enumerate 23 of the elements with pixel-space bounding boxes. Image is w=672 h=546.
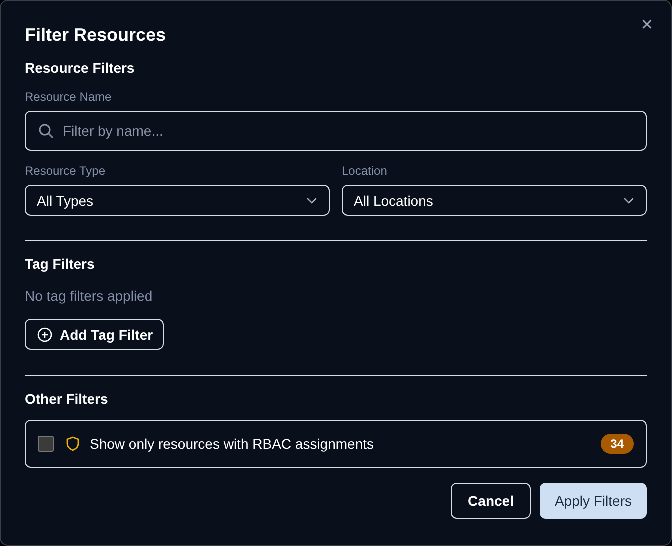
chevron-down-icon xyxy=(307,198,317,204)
shield-icon xyxy=(66,436,80,452)
section-heading: Other Filters xyxy=(25,390,110,408)
dropdown[interactable]: All Locations xyxy=(342,185,647,216)
search-field[interactable]: Filter by name... xyxy=(25,111,647,151)
chevron-down-icon xyxy=(624,198,634,204)
count-badge: 34 xyxy=(600,434,634,454)
dropdown[interactable]: All Types xyxy=(25,185,330,216)
add-tag-filter-button[interactable]: Add Tag Filter xyxy=(25,319,164,350)
field-label: Resource Type xyxy=(25,163,106,179)
field-label: Location xyxy=(342,163,388,179)
search-icon xyxy=(38,123,54,139)
checkbox-label: Show only resources with RBAC assignments xyxy=(90,436,376,452)
section-heading: Tag Filters xyxy=(25,255,96,273)
section-heading: Resource Filters xyxy=(25,59,136,77)
field-label: Resource Name xyxy=(25,89,112,105)
close-button[interactable]: × xyxy=(641,17,653,33)
plus-circle-icon xyxy=(37,326,53,342)
apply-button[interactable]: Apply Filters xyxy=(540,483,647,519)
checkbox[interactable] xyxy=(38,436,54,452)
cancel-button[interactable]: Cancel xyxy=(451,483,531,519)
dialog-title: Filter Resources xyxy=(25,24,166,47)
empty-message: No tag filters applied xyxy=(25,287,153,305)
